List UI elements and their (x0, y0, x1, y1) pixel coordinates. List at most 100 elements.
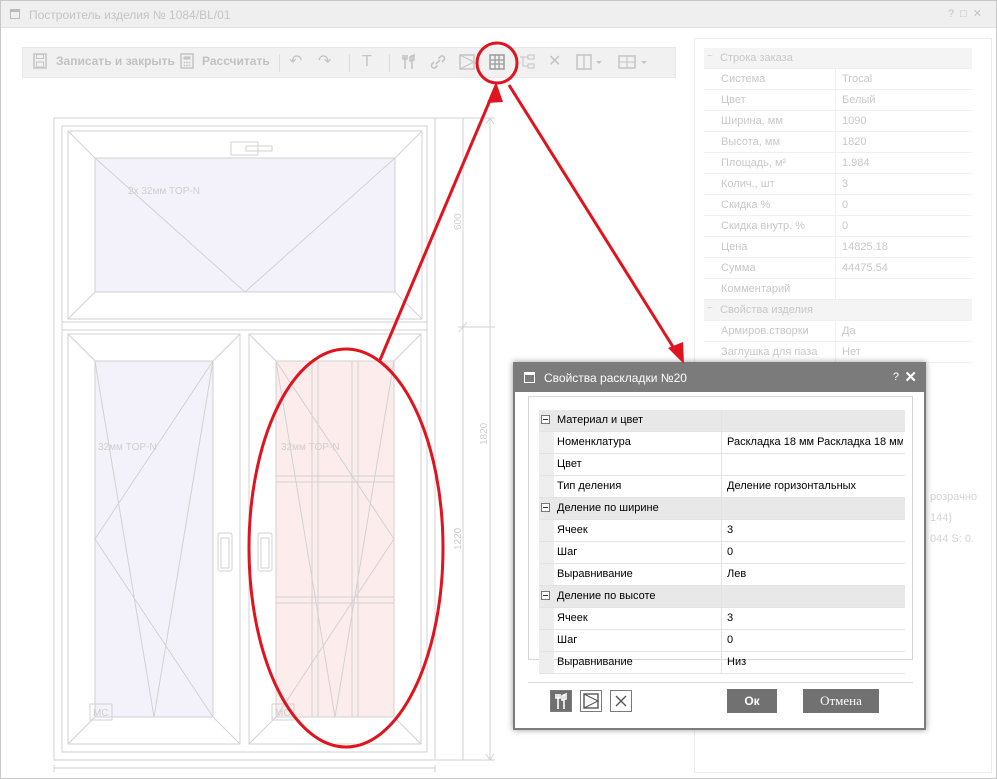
grid-row-value[interactable]: 3 (727, 524, 903, 536)
ok-button[interactable]: Ок (727, 689, 777, 713)
save-close-button[interactable]: Записать и закрыть (56, 54, 175, 68)
grid-row-value[interactable]: Низ (727, 656, 903, 668)
grid-row-label: Ячеек (557, 524, 588, 536)
order-row[interactable]: Ширина, мм 1090 (704, 111, 972, 132)
link-icon[interactable] (429, 53, 447, 76)
order-row[interactable]: Высота, мм 1820 (704, 132, 972, 153)
split-icon[interactable] (575, 53, 605, 76)
maximize-icon[interactable]: □ (960, 8, 973, 20)
order-row[interactable]: Цвет Белый (704, 90, 972, 111)
product-row[interactable]: Армиров.створки Да (704, 321, 972, 342)
order-row[interactable]: Система Trocal (704, 69, 972, 90)
grid-row-value[interactable]: 0 (727, 634, 903, 646)
dialog-titlebar: Свойства раскладки №20 ? ✕ (515, 364, 924, 392)
grid-row[interactable]: Выравнивание Низ (539, 652, 905, 674)
sash-icon[interactable] (458, 53, 476, 76)
top-glass-label: 2x 32мм TOP-N (128, 186, 200, 197)
grid-row[interactable]: Ячеек 3 (539, 520, 905, 542)
collapse-icon[interactable]: − (707, 51, 713, 62)
sash-button[interactable] (580, 690, 602, 712)
property-label: Сумма (721, 262, 756, 274)
help-icon[interactable]: ? (948, 8, 960, 20)
grid-row-value[interactable]: Раскладка 18 мм Раскладка 18 мм (727, 436, 903, 448)
collapse-icon[interactable] (541, 591, 550, 600)
property-label: Свойства изделия (720, 304, 813, 316)
property-value[interactable]: 1820 (842, 136, 866, 148)
property-label: Строка заказа (720, 52, 793, 64)
mc-label-left: МС (93, 708, 109, 719)
partial-text-1: розрачно (930, 491, 978, 503)
group-label: Деление по высоте (557, 590, 656, 602)
property-value[interactable]: 0 (842, 199, 848, 211)
property-value[interactable]: Белый (842, 94, 875, 106)
dialog-close-icon[interactable]: ✕ (904, 368, 917, 386)
property-value[interactable]: 0 (842, 220, 848, 232)
delete-button[interactable] (610, 690, 632, 712)
grid-row[interactable]: Шаг 0 (539, 542, 905, 564)
grid-row-value[interactable]: 3 (727, 612, 903, 624)
order-row[interactable]: Сумма 44475.54 (704, 258, 972, 279)
grid-row-label: Тип деления (557, 480, 622, 492)
property-value[interactable]: 14825.18 (842, 241, 888, 253)
collapse-icon[interactable] (541, 415, 550, 424)
grid-row-value[interactable]: Деление горизонтальных (727, 480, 903, 492)
group-order-line[interactable]: − Строка заказа (704, 48, 972, 69)
property-value[interactable]: Trocal (842, 73, 872, 85)
grid-row[interactable]: Тип деления Деление горизонтальных (539, 476, 905, 498)
close-icon[interactable]: ✕ (973, 7, 988, 20)
grid-row[interactable]: Номенклатура Раскладка 18 мм Раскладка 18… (539, 432, 905, 454)
calculate-button[interactable]: Рассчитать (202, 54, 270, 68)
grid-group-header[interactable]: Деление по ширине (539, 498, 905, 520)
grid-row-label: Шаг (557, 546, 578, 558)
property-value[interactable]: Нет (842, 346, 861, 358)
property-label: Система (721, 73, 766, 85)
property-grid: Материал и цвет Номенклатура Раскладка 18 … (539, 410, 905, 674)
cancel-button[interactable]: Отмена (803, 689, 879, 713)
redo-icon[interactable]: ↷ (318, 53, 331, 71)
delete-icon[interactable]: ✕ (548, 53, 561, 71)
partial-text-3: 044 S: 0. (930, 533, 975, 545)
property-label: Цвет (721, 94, 746, 106)
calculator-icon (180, 53, 194, 74)
grid-row-label: Номенклатура (557, 436, 631, 448)
glazing-bar-icon[interactable] (488, 53, 506, 76)
layout-icon[interactable] (617, 53, 651, 76)
grid-row[interactable]: Шаг 0 (539, 630, 905, 652)
grid-row-label: Выравнивание (557, 656, 633, 668)
order-row[interactable]: Скидка % 0 (704, 195, 972, 216)
property-value[interactable]: Да (842, 325, 856, 337)
order-row[interactable]: Скидка внутр. % 0 (704, 216, 972, 237)
text-tool-icon[interactable]: T (362, 53, 372, 71)
grid-group-header[interactable]: Деление по высоте (539, 586, 905, 608)
dialog-help-icon[interactable]: ? (893, 371, 899, 383)
grid-row[interactable]: Ячеек 3 (539, 608, 905, 630)
fittings-icon[interactable] (401, 53, 417, 76)
grid-row[interactable]: Выравнивание Лев (539, 564, 905, 586)
left-glass-label: 32мм TOP-N (98, 442, 157, 453)
grid-row-value[interactable]: Лев (727, 568, 903, 580)
window-icon (10, 9, 20, 19)
property-value[interactable]: 1090 (842, 115, 866, 127)
order-row[interactable]: Цена 14825.18 (704, 237, 972, 258)
undo-icon[interactable]: ↶ (289, 53, 302, 71)
property-value[interactable]: 1.984 (842, 157, 870, 169)
fittings-button[interactable] (550, 690, 572, 712)
property-value[interactable]: 3 (842, 178, 848, 190)
collapse-icon[interactable] (541, 503, 550, 512)
grid-row[interactable]: Цвет (539, 454, 905, 476)
grid-row-label: Ячеек (557, 612, 588, 624)
order-row[interactable]: Комментарий (704, 279, 972, 300)
collapse-icon[interactable]: − (707, 303, 713, 314)
order-row[interactable]: Колич., шт 3 (704, 174, 972, 195)
order-row[interactable]: Площадь, м² 1.984 (704, 153, 972, 174)
window-controls: ?□✕ (948, 7, 988, 20)
group-label: Деление по ширине (557, 502, 659, 514)
grid-row-value[interactable]: 0 (727, 546, 903, 558)
tree-icon[interactable] (518, 53, 536, 76)
group-product-properties[interactable]: − Свойства изделия (704, 300, 972, 321)
grid-group-header[interactable]: Материал и цвет (539, 410, 905, 432)
grid-row-label: Шаг (557, 634, 578, 646)
dimension-bottom: 1220 (453, 527, 464, 550)
property-value[interactable]: 44475.54 (842, 262, 888, 274)
product-row[interactable]: Заглушка для паза Нет (704, 342, 972, 363)
